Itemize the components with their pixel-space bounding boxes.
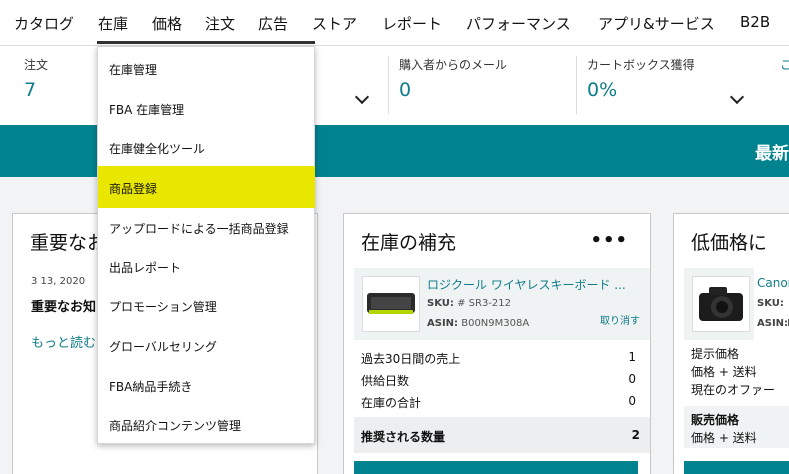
sale-price-box: 販売価格 価格 + 送料 [684, 406, 789, 448]
menu-item-label: FBA 在庫管理 [109, 103, 185, 117]
low-price-card: 低価格に Canon SKU: ASIN: E 提示価格 価格 + 送料 現在の… [673, 213, 789, 474]
recommended-label: 推奨される数量 [361, 430, 446, 444]
metric-buyer-mail[interactable]: 購入者からのメール 0 [389, 46, 569, 125]
dismiss-link[interactable]: 取り消す [600, 312, 640, 327]
more-options-icon[interactable]: ••• [590, 230, 628, 251]
menu-item-label: 出品レポート [109, 261, 182, 275]
restock-card: 在庫の補充 ••• ロジクール ワイヤレスキーボード ... SKU: # SR… [343, 213, 651, 474]
recommended-value: 2 [631, 428, 640, 442]
menu-item-global-selling[interactable]: グローバルセリング [98, 325, 316, 365]
menu-item-label: アップロードによる一括商品登録 [109, 222, 289, 236]
menu-item-a-plus-content[interactable]: 商品紹介コンテンツ管理 [98, 404, 316, 444]
stat-value: 0 [628, 394, 636, 408]
menu-item-label: 商品紹介コンテンツ管理 [109, 419, 242, 433]
seller-central-page: カタログ 在庫 価格 注文 広告 ストア レポート パフォーマンス アプリ&サー… [0, 0, 789, 474]
low-price-asin-label: ASIN: [757, 318, 789, 329]
metric-buyer-mail-label: 購入者からのメール [399, 58, 508, 72]
menu-item-promotions[interactable]: プロモーション管理 [98, 285, 316, 325]
nav-performance[interactable]: パフォーマンス [466, 13, 571, 34]
banner-text: 最新 [755, 144, 789, 164]
nav-b2b[interactable]: B2B [740, 13, 770, 31]
menu-item-inventory-health[interactable]: 在庫健全化ツール [98, 127, 316, 167]
menu-item-fba-inventory[interactable]: FBA 在庫管理 [98, 88, 316, 128]
menu-item-label: 在庫管理 [109, 63, 158, 77]
menu-item-label: グローバルセリング [109, 340, 217, 354]
metric-buybox[interactable]: カートボックス獲得 0% [577, 46, 747, 125]
menu-item-label: プロモーション管理 [109, 300, 217, 314]
menu-item-inventory-reports[interactable]: 出品レポート [98, 246, 316, 286]
nav-reports[interactable]: レポート [382, 13, 442, 34]
product-sku: SKU: # SR3-212 [427, 298, 512, 309]
low-price-product [684, 268, 754, 340]
nav-catalog[interactable]: カタログ [14, 13, 74, 34]
low-price-card-title: 低価格に [691, 232, 768, 254]
recommended-quantity-row: 推奨される数量 2 [354, 417, 650, 453]
low-price-sku-label: SKU: [757, 298, 784, 309]
nav-apps-services[interactable]: アプリ&サービス [598, 13, 715, 34]
restock-card-title: 在庫の補充 [361, 232, 457, 254]
menu-item-label: 商品登録 [109, 182, 158, 196]
nav-stores[interactable]: ストア [312, 13, 357, 34]
current-offer-label: 現在のオファー [691, 383, 776, 397]
nav-advertising[interactable]: 広告 [258, 13, 288, 34]
keyboard-image[interactable] [362, 276, 420, 332]
metric-more-link[interactable]: こ [780, 56, 789, 73]
low-price-action-button[interactable] [684, 461, 789, 474]
offer-price-label: 提示価格 [691, 347, 740, 361]
metric-orders-label: 注文 [24, 58, 49, 72]
nav-orders[interactable]: 注文 [205, 13, 235, 34]
news-card-title: 重要なお [30, 232, 107, 254]
sale-price-sub: 価格 + 送料 [691, 431, 757, 445]
metric-buybox-value: 0% [587, 79, 618, 101]
menu-item-inventory-management[interactable]: 在庫管理 [98, 48, 316, 88]
menu-item-fba-shipments[interactable]: FBA納品手続き [98, 365, 316, 405]
nav-inventory[interactable]: 在庫 [98, 13, 128, 34]
price-shipping-label: 価格 + 送料 [691, 365, 757, 379]
read-more-link[interactable]: もっと読む [31, 332, 96, 351]
metric-buyer-mail-value: 0 [399, 79, 412, 101]
stat-label: 在庫の合計 [361, 396, 422, 410]
news-headline[interactable]: 重要なお知 [31, 296, 96, 315]
stat-label: 供給日数 [361, 374, 410, 388]
inventory-dropdown-menu: 在庫管理 FBA 在庫管理 在庫健全化ツール 商品登録 アップロードによる一括商… [97, 46, 315, 444]
product-asin: ASIN: B00N9M308A [427, 318, 530, 329]
metric-orders-value: 7 [24, 79, 37, 101]
top-nav: カタログ 在庫 価格 注文 広告 ストア レポート パフォーマンス アプリ&サー… [0, 0, 789, 46]
stat-value: 1 [628, 350, 636, 364]
menu-item-label: 在庫健全化ツール [109, 142, 206, 156]
menu-item-add-product[interactable]: 商品登録 [98, 166, 315, 208]
active-nav-underline [97, 41, 315, 44]
nav-pricing[interactable]: 価格 [152, 13, 182, 34]
news-date: 3 13, 2020 [31, 276, 86, 287]
stat-label: 過去30日間の売上 [361, 352, 461, 366]
metric-buybox-label: カートボックス獲得 [587, 58, 695, 72]
sale-price-label: 販売価格 [691, 413, 740, 427]
stat-value: 0 [628, 372, 636, 386]
menu-item-label: FBA納品手続き [109, 380, 193, 394]
low-price-product-name[interactable]: Canon [757, 276, 789, 290]
restock-action-button[interactable] [354, 461, 638, 474]
product-name-link[interactable]: ロジクール ワイヤレスキーボード ... [427, 276, 626, 293]
camera-image[interactable] [692, 276, 750, 332]
menu-item-bulk-upload[interactable]: アップロードによる一括商品登録 [98, 207, 316, 247]
restock-product: ロジクール ワイヤレスキーボード ... SKU: # SR3-212 ASIN… [354, 268, 650, 340]
